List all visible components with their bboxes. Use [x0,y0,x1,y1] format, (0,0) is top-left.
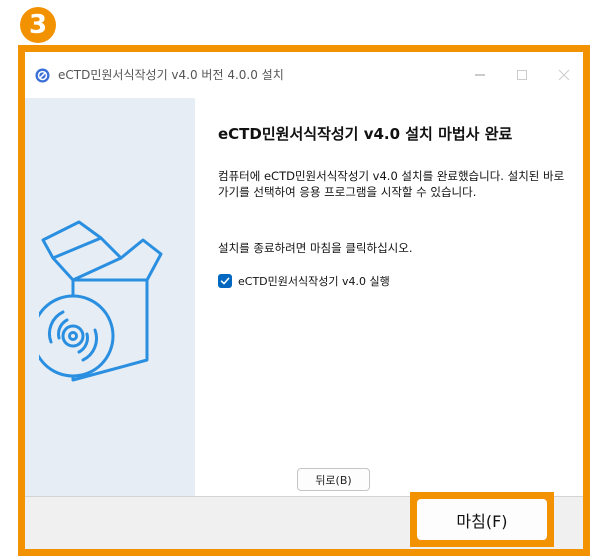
finish-button[interactable]: 마침(F) [417,499,547,540]
completion-description: 컴퓨터에 eCTD민원서식작성기 v4.0 설치를 완료했습니다. 설치된 바로… [218,169,565,199]
title-bar: eCTD민원서식작성기 v4.0 버전 4.0.0 설치 [25,52,583,98]
run-app-label: eCTD민원서식작성기 v4.0 실행 [238,275,390,288]
installer-box-cd-icon [39,220,163,382]
finish-instruction: 설치를 종료하려면 마침을 클릭하십시오. [218,241,413,255]
installer-sidebar [25,98,195,496]
checkmark-icon [220,277,230,285]
step-number-badge: 3 [20,7,56,43]
window-title: eCTD민원서식작성기 v4.0 버전 4.0.0 설치 [58,68,284,82]
close-icon[interactable] [551,62,577,88]
page-title: eCTD민원서식작성기 v4.0 설치 마법사 완료 [218,125,513,143]
back-button[interactable]: 뒤로(B) [297,468,370,491]
content-panel: eCTD민원서식작성기 v4.0 설치 마법사 완료 컴퓨터에 eCTD민원서식… [195,98,583,496]
run-app-checkbox[interactable] [218,274,232,288]
maximize-icon[interactable] [509,62,535,88]
minimize-icon[interactable] [467,62,493,88]
app-icon [35,68,50,83]
run-app-option[interactable]: eCTD민원서식작성기 v4.0 실행 [218,273,390,289]
